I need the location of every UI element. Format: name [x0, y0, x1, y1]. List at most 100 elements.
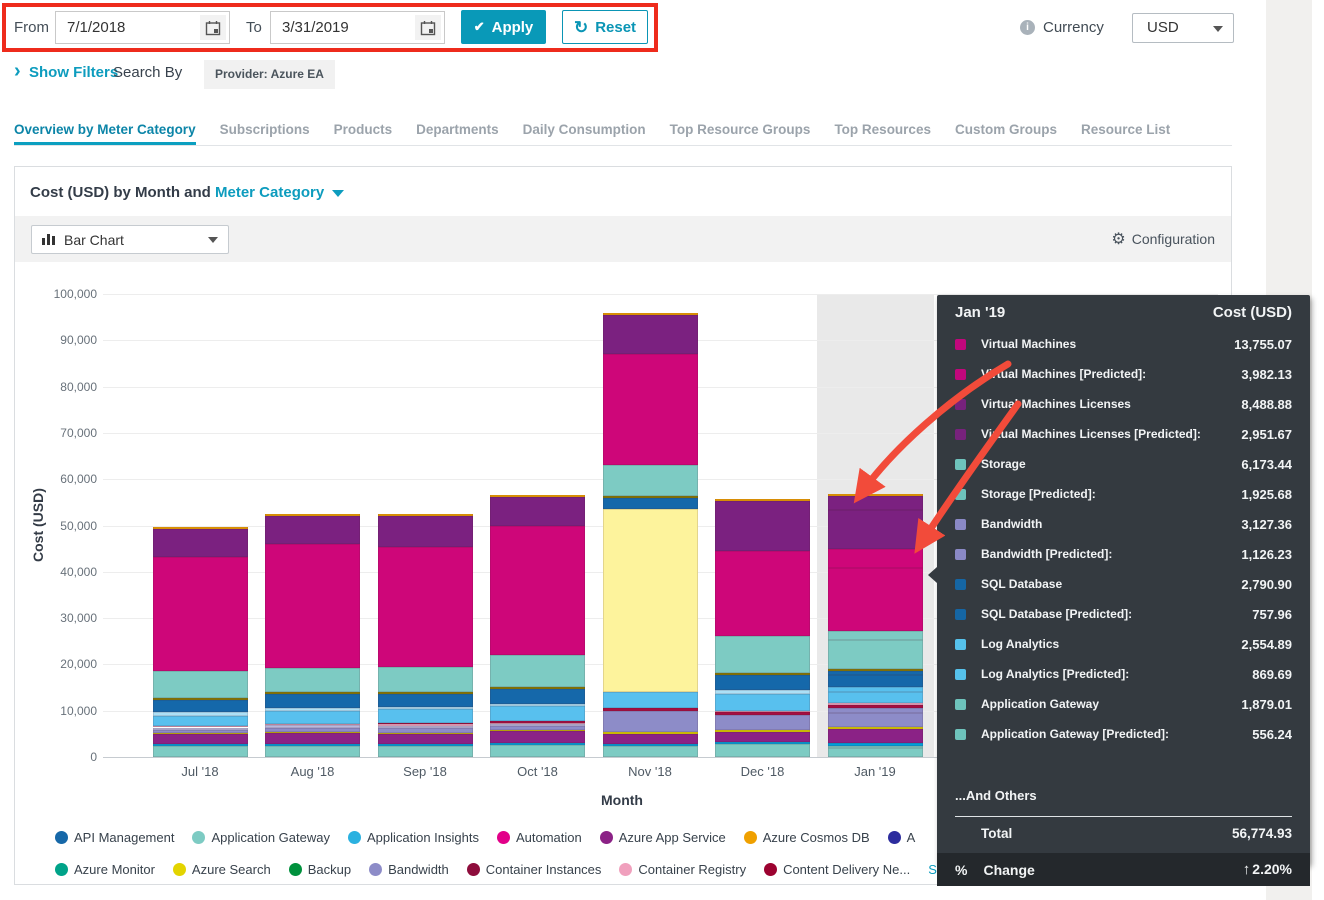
- bar-segment-storage[interactable]: [265, 668, 360, 692]
- chevron-down-icon[interactable]: [332, 190, 344, 197]
- bar-segment-sql[interactable]: [153, 700, 248, 712]
- bar-segment-app_gateway[interactable]: [153, 746, 248, 757]
- bar-segment-api[interactable]: [153, 744, 248, 746]
- chart-type-select[interactable]: Bar Chart: [31, 225, 229, 254]
- bar-segment-app_gateway[interactable]: [378, 746, 473, 757]
- bar-segment-app_service[interactable]: [378, 734, 473, 744]
- bar-segment-vm[interactable]: [378, 547, 473, 667]
- bar-segment-api[interactable]: [603, 744, 698, 746]
- tab-resource-list[interactable]: Resource List: [1081, 116, 1170, 145]
- bar-segment-sql[interactable]: [265, 694, 360, 708]
- show-filters-link[interactable]: Show Filters: [29, 64, 118, 81]
- bar-segment-registry[interactable]: [265, 724, 360, 726]
- bar-segment-app_service[interactable]: [715, 732, 810, 742]
- bar-segment-cosmos[interactable]: [153, 527, 248, 529]
- bar-segment-log[interactable]: [828, 692, 923, 704]
- bar-segment-vm_lic-predicted[interactable]: [828, 496, 923, 510]
- bar-segment-app_gateway[interactable]: [265, 746, 360, 757]
- bar-segment-api[interactable]: [378, 744, 473, 746]
- bar-segment-app_gateway[interactable]: [828, 748, 923, 757]
- bar-segment-vm_lic[interactable]: [153, 529, 248, 557]
- provider-filter-tag[interactable]: Provider: Azure EA: [204, 60, 335, 89]
- bar-segment-search_line[interactable]: [378, 733, 473, 734]
- legend-item-automation[interactable]: Automation: [497, 830, 582, 845]
- legend-item-azure-app-service[interactable]: Azure App Service: [600, 830, 726, 845]
- bar-segment-storage[interactable]: [490, 655, 585, 687]
- bar-segment-vm[interactable]: [153, 557, 248, 671]
- bar-segment-cosmos[interactable]: [490, 495, 585, 497]
- bar-segment-sql[interactable]: [603, 498, 698, 509]
- bar-segment-search_line[interactable]: [265, 732, 360, 733]
- bar-segment-api[interactable]: [490, 743, 585, 745]
- bar-segment-bandwidth[interactable]: [715, 715, 810, 730]
- tab-subscriptions[interactable]: Subscriptions: [220, 116, 310, 145]
- tab-custom-groups[interactable]: Custom Groups: [955, 116, 1057, 145]
- bar-segment-log_pale[interactable]: [715, 690, 810, 694]
- bar-segment-registry[interactable]: [828, 703, 923, 705]
- bar-segment-storage-predicted[interactable]: [828, 631, 923, 640]
- configuration-button[interactable]: ⚙ Configuration: [1111, 216, 1215, 262]
- bar-segment-storage[interactable]: [603, 465, 698, 496]
- bar-segment-vm_lic[interactable]: [603, 315, 698, 355]
- bar-segment-olive[interactable]: [490, 687, 585, 689]
- bar-segment-storage[interactable]: [828, 640, 923, 669]
- bar-segment-vm-predicted[interactable]: [828, 549, 923, 567]
- legend-item-azure-monitor[interactable]: Azure Monitor: [55, 862, 155, 877]
- bar-segment-bandwidth[interactable]: [265, 728, 360, 732]
- legend-item-bandwidth[interactable]: Bandwidth: [369, 862, 449, 877]
- bar-segment-instances[interactable]: [603, 708, 698, 711]
- bar-segment-storage[interactable]: [153, 671, 248, 698]
- tab-top-resource-groups[interactable]: Top Resource Groups: [670, 116, 811, 145]
- bar-segment-log[interactable]: [153, 716, 248, 726]
- bar-segment-log-predicted[interactable]: [828, 687, 923, 691]
- from-calendar-icon[interactable]: [200, 15, 226, 40]
- bar-segment-sql[interactable]: [490, 689, 585, 704]
- legend-item-api-management[interactable]: API Management: [55, 830, 174, 845]
- bar-segment-log_pale[interactable]: [378, 707, 473, 709]
- bar-segment-instances[interactable]: [378, 723, 473, 724]
- bar-segment-log_pale[interactable]: [265, 708, 360, 711]
- bar-segment-vm_lic[interactable]: [490, 497, 585, 526]
- bar-segment-instances[interactable]: [490, 721, 585, 722]
- bar-segment-vm_lic[interactable]: [378, 516, 473, 547]
- bar-segment-olive[interactable]: [715, 673, 810, 675]
- bar-segment-registry[interactable]: [490, 723, 585, 725]
- legend-item-content-delivery-ne-[interactable]: Content Delivery Ne...: [764, 862, 910, 877]
- bar-segment-olive[interactable]: [153, 698, 248, 700]
- bar-segment-search_line[interactable]: [490, 730, 585, 731]
- bar-segment-api[interactable]: [265, 744, 360, 746]
- bar-segment-log[interactable]: [603, 692, 698, 708]
- bar-segment-search_line[interactable]: [828, 727, 923, 729]
- legend-item-azure-cosmos-db[interactable]: Azure Cosmos DB: [744, 830, 870, 845]
- bar-segment-olive[interactable]: [265, 692, 360, 694]
- bar-segment-app_gateway-predicted[interactable]: [828, 746, 923, 749]
- legend-item-container-instances[interactable]: Container Instances: [467, 862, 602, 877]
- tab-daily-consumption[interactable]: Daily Consumption: [523, 116, 646, 145]
- bar-segment-cosmos[interactable]: [603, 313, 698, 315]
- tab-overview-by-meter-category[interactable]: Overview by Meter Category: [14, 116, 196, 145]
- info-icon[interactable]: i: [1020, 20, 1035, 35]
- legend-item-container-registry[interactable]: Container Registry: [619, 862, 746, 877]
- bar-segment-cosmos[interactable]: [378, 514, 473, 516]
- bar-segment-cosmos[interactable]: [265, 514, 360, 516]
- bar-segment-search_big[interactable]: [603, 509, 698, 692]
- currency-select[interactable]: USD: [1132, 13, 1234, 43]
- tab-top-resources[interactable]: Top Resources: [834, 116, 931, 145]
- meter-category-dropdown[interactable]: Meter Category: [215, 184, 324, 201]
- bar-segment-search_line[interactable]: [603, 732, 698, 734]
- bar-segment-log[interactable]: [715, 694, 810, 711]
- bar-segment-storage[interactable]: [715, 636, 810, 673]
- bar-segment-app_gateway[interactable]: [490, 745, 585, 757]
- bar-segment-olive[interactable]: [378, 692, 473, 694]
- bar-segment-storage[interactable]: [378, 667, 473, 692]
- bar-segment-app_service[interactable]: [828, 729, 923, 743]
- bar-segment-api[interactable]: [828, 743, 923, 745]
- bar-segment-vm_lic[interactable]: [715, 501, 810, 551]
- bar-segment-vm[interactable]: [490, 526, 585, 655]
- bar-segment-vm[interactable]: [715, 551, 810, 636]
- apply-button[interactable]: ✔ Apply: [461, 10, 546, 44]
- bar-segment-bandwidth_light[interactable]: [265, 725, 360, 727]
- bar-segment-bandwidth_light[interactable]: [378, 726, 473, 728]
- bar-segment-search_line[interactable]: [715, 730, 810, 732]
- bar-segment-sql[interactable]: [378, 694, 473, 707]
